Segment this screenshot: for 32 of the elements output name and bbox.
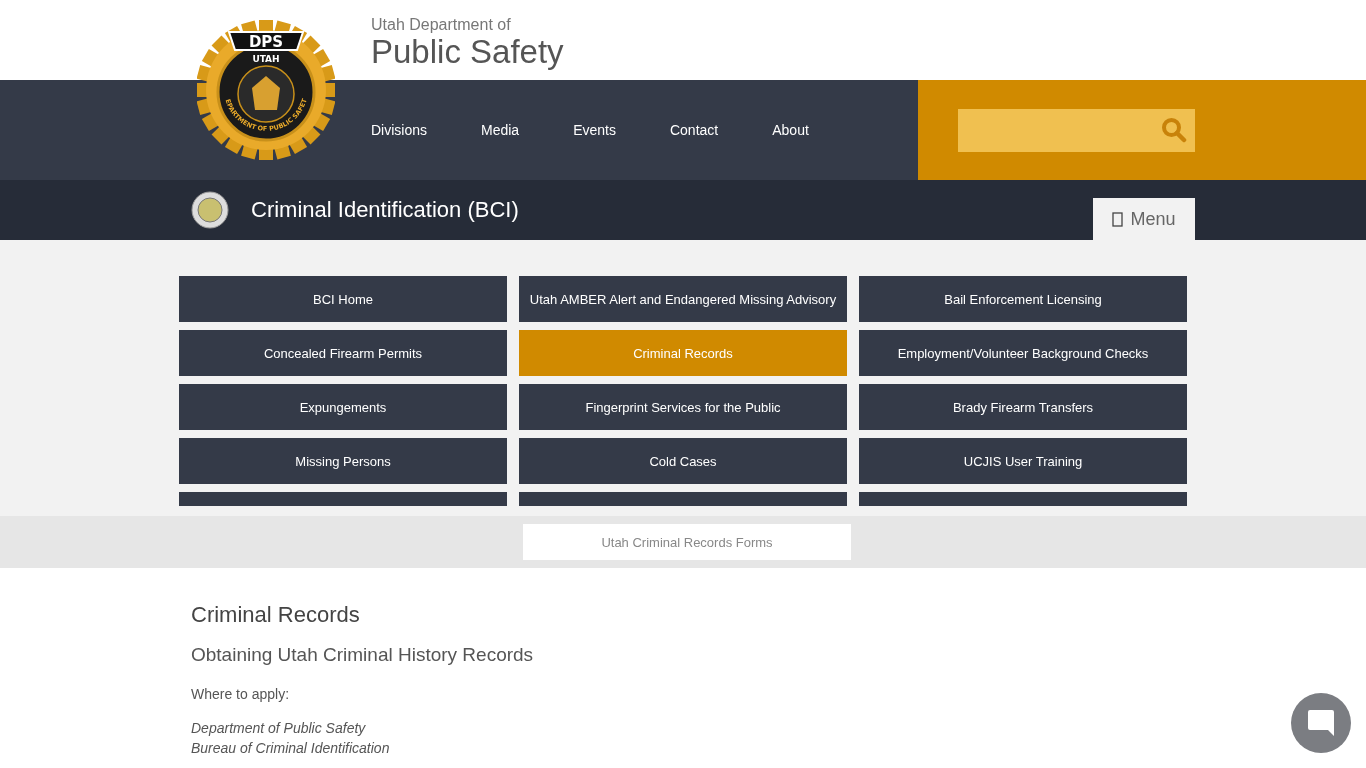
section-link[interactable]: Expungements xyxy=(179,384,507,430)
site-title: Public Safety xyxy=(371,34,564,70)
paragraph: Where to apply: xyxy=(191,686,290,702)
search-field[interactable] xyxy=(958,108,1195,152)
address-line: Department of Public Safety xyxy=(191,719,366,738)
section-link[interactable]: Bail Enforcement Licensing xyxy=(859,276,1187,322)
page-heading: Criminal Records xyxy=(191,602,360,628)
bureau-seal-icon xyxy=(191,191,229,229)
section-link[interactable]: Utah AMBER Alert and Endangered Missing Advisory xyxy=(519,276,847,322)
section-link[interactable]: Fingerprint Services for the Public xyxy=(519,384,847,430)
menu-icon xyxy=(1112,211,1124,227)
menu-button[interactable]: Menu xyxy=(1093,198,1195,240)
section-title: Criminal Identification (BCI) xyxy=(251,197,520,223)
nav-link[interactable]: About xyxy=(772,122,809,138)
nav-link[interactable]: Media xyxy=(481,122,520,138)
section-link[interactable]: Brady Firearm Transfers xyxy=(859,384,1187,430)
nav-link[interactable]: Contact xyxy=(669,122,719,138)
forms-link[interactable]: Utah Criminal Records Forms xyxy=(523,524,851,560)
site-subtitle: Utah Department of xyxy=(371,16,512,34)
nav-link[interactable]: Events xyxy=(573,122,616,138)
section-link[interactable]: Cold Cases xyxy=(519,438,847,484)
chat-icon xyxy=(1306,708,1336,738)
section-link[interactable]: UCJIS User Training xyxy=(859,438,1187,484)
section-link[interactable]: BCI Home xyxy=(179,276,507,322)
address-line: Bureau of Criminal Identification xyxy=(191,739,390,758)
section-link[interactable]: Missing Persons xyxy=(179,438,507,484)
chat-button[interactable] xyxy=(1291,693,1351,753)
section-link[interactable]: Employment/Volunteer Background Checks xyxy=(859,330,1187,376)
nav-link[interactable]: Divisions xyxy=(371,122,427,138)
search-icon[interactable] xyxy=(1161,117,1187,143)
page-subheading: Obtaining Utah Criminal History Records xyxy=(191,644,534,666)
section-link[interactable]: Concealed Firearm Permits xyxy=(179,330,507,376)
